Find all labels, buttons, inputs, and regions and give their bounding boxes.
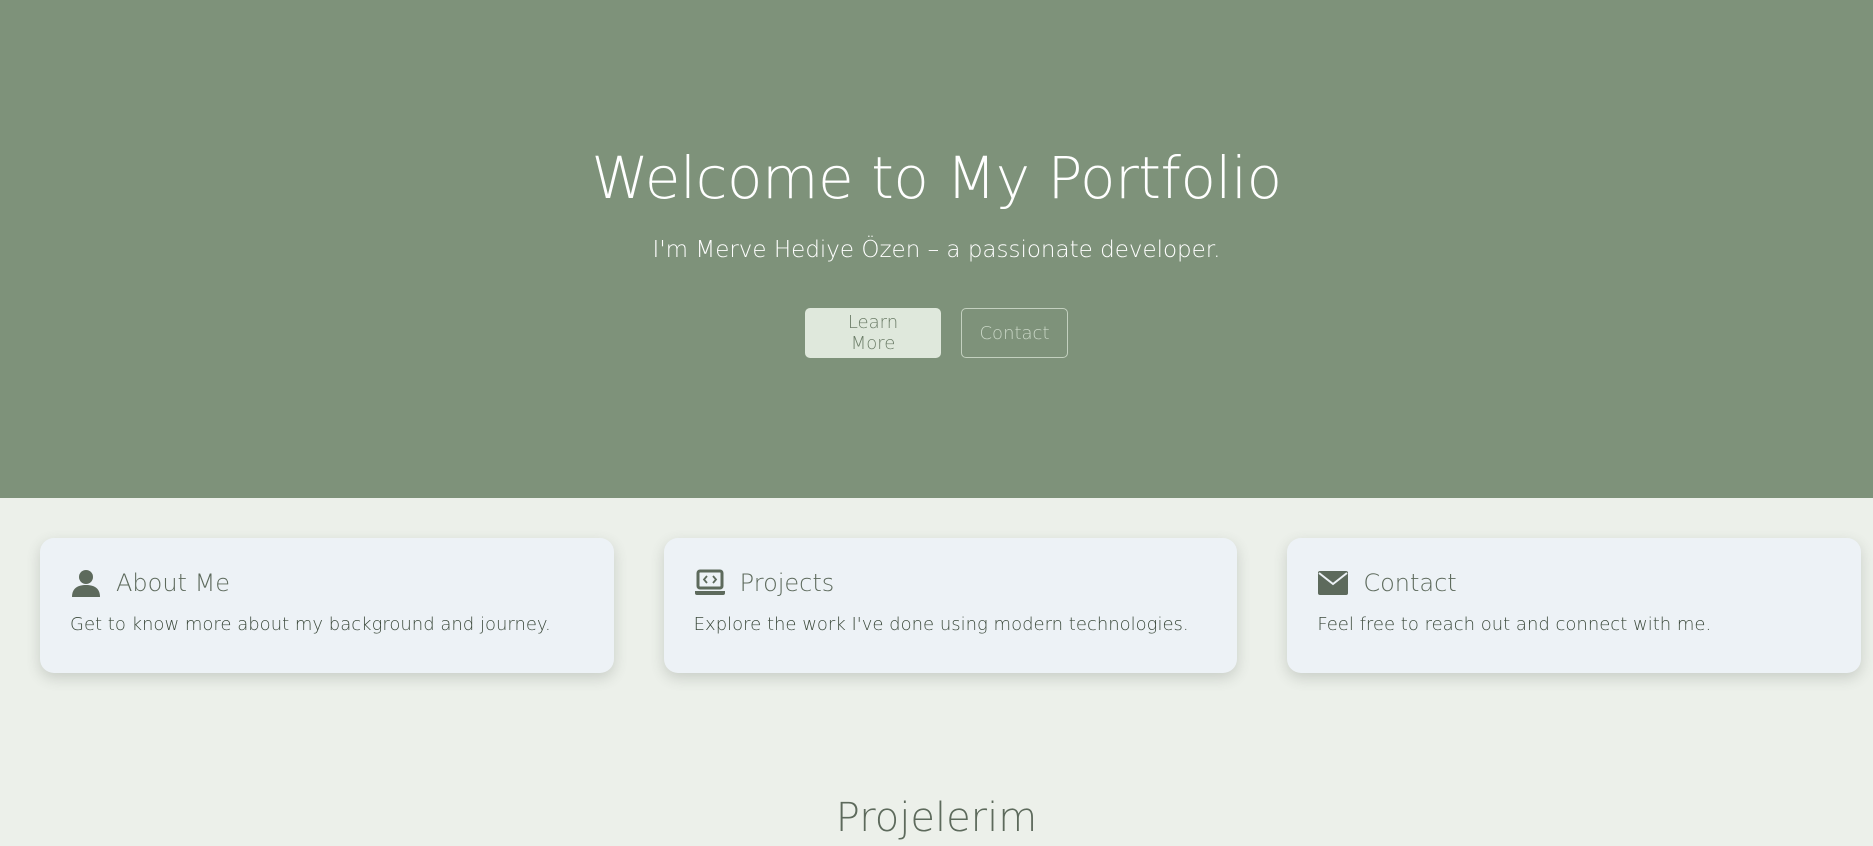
card-header: About Me — [70, 566, 584, 600]
hero-title: Welcome to My Portfolio — [591, 144, 1282, 212]
hero-subtitle: I'm Merve Hediye Özen – a passionate dev… — [652, 237, 1221, 263]
card-about-me[interactable]: About Me Get to know more about my backg… — [40, 538, 614, 673]
card-title: Projects — [739, 569, 835, 597]
projects-section-title: Projelerim — [835, 795, 1038, 841]
envelope-icon — [1317, 567, 1349, 599]
card-title: Contact — [1363, 569, 1457, 597]
card-header: Contact — [1317, 566, 1831, 600]
user-icon — [70, 567, 102, 599]
hero-buttons: Learn More Contact — [0, 308, 1873, 358]
card-description: Explore the work I've done using modern … — [693, 614, 1189, 635]
card-header: Projects — [694, 566, 1208, 600]
feature-cards: About Me Get to know more about my backg… — [40, 538, 1862, 673]
card-description: Get to know more about my background and… — [70, 614, 551, 635]
card-contact[interactable]: Contact Feel free to reach out and conne… — [1287, 538, 1862, 673]
card-description: Feel free to reach out and connect with … — [1317, 614, 1712, 635]
card-projects[interactable]: Projects Explore the work I've done usin… — [663, 538, 1238, 673]
hero-section: Welcome to My Portfolio I'm Merve Hediye… — [0, 0, 1873, 498]
contact-button[interactable]: Contact — [961, 308, 1068, 358]
laptop-code-icon — [694, 567, 726, 599]
card-title: About Me — [116, 569, 231, 597]
learn-more-button[interactable]: Learn More — [805, 308, 941, 358]
